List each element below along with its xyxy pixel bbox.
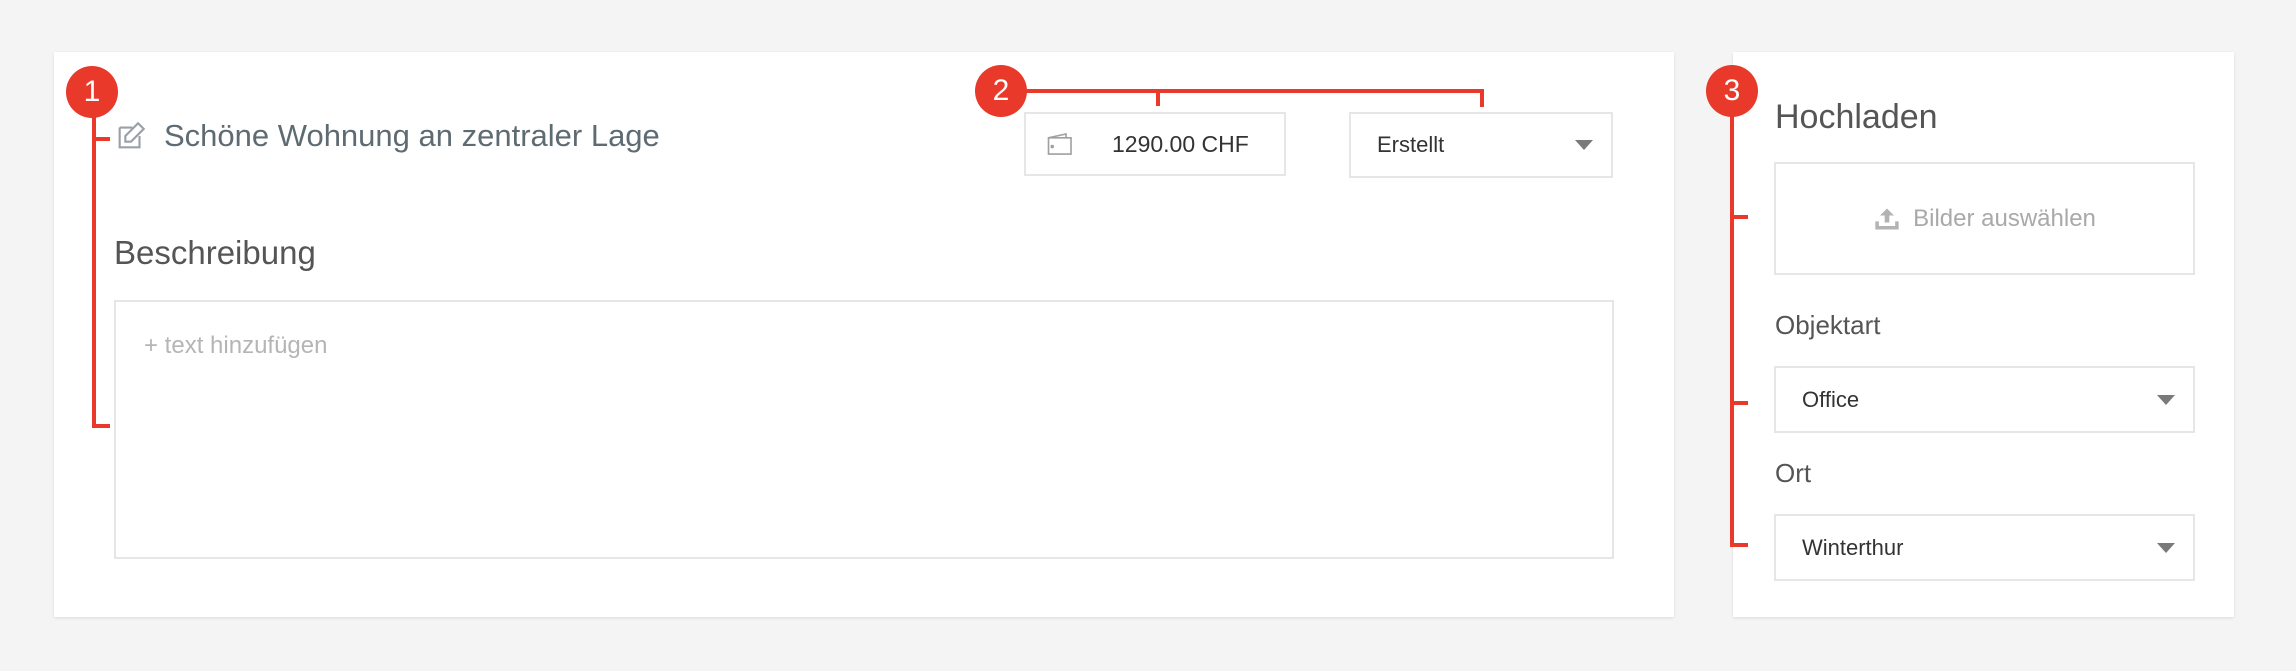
upload-card: Hochladen Bilder auswählen Objektart Off… [1733, 52, 2234, 617]
ort-label: Ort [1775, 458, 1812, 488]
price-field[interactable]: 1290.00 CHF [1024, 112, 1286, 176]
description-textarea[interactable]: + text hinzufügen [114, 300, 1614, 559]
annotation-3-tick-ort [1730, 543, 1748, 547]
upload-images-button[interactable]: Bilder auswählen [1774, 162, 2195, 275]
title-row[interactable]: Schöne Wohnung an zentraler Lage [114, 118, 660, 154]
upload-icon [1875, 208, 1899, 229]
listing-card: Schöne Wohnung an zentraler Lage 1290.00… [54, 52, 1674, 617]
edit-icon[interactable] [114, 119, 148, 153]
upload-button-label: Bilder auswählen [1913, 204, 2096, 232]
annotation-badge-3: 3 [1706, 65, 1758, 117]
status-value: Erstellt [1377, 132, 1445, 157]
objektart-label: Objektart [1775, 310, 1881, 340]
objektart-value: Office [1802, 386, 1860, 412]
wallet-icon [1047, 132, 1072, 155]
price-value: 1290.00 CHF [1112, 130, 1249, 157]
ort-select[interactable]: Winterthur [1774, 514, 2195, 581]
annotation-3-vertical [1730, 90, 1734, 547]
annotation-3-tick-objektart [1730, 401, 1748, 405]
chevron-down-icon [2157, 394, 2175, 405]
chevron-down-icon [1575, 140, 1593, 150]
status-select[interactable]: Erstellt [1349, 112, 1613, 178]
annotation-1-tick-top [92, 137, 110, 141]
ort-value: Winterthur [1802, 534, 1904, 560]
chevron-down-icon [2157, 542, 2175, 553]
upload-heading: Hochladen [1775, 98, 1938, 136]
annotation-2-tick-right [1480, 89, 1484, 107]
annotation-badge-2: 2 [975, 65, 1027, 117]
annotation-2-horizontal [1000, 89, 1484, 93]
annotation-1-tick-bottom [92, 424, 110, 428]
annotation-badge-1: 1 [66, 66, 118, 118]
objektart-select[interactable]: Office [1774, 366, 2195, 433]
description-heading: Beschreibung [114, 234, 316, 271]
description-placeholder: + text hinzufügen [144, 332, 328, 359]
annotation-2-tick-left [1156, 89, 1160, 106]
listing-title[interactable]: Schöne Wohnung an zentraler Lage [164, 118, 660, 154]
annotation-3-tick-upload [1730, 215, 1748, 219]
